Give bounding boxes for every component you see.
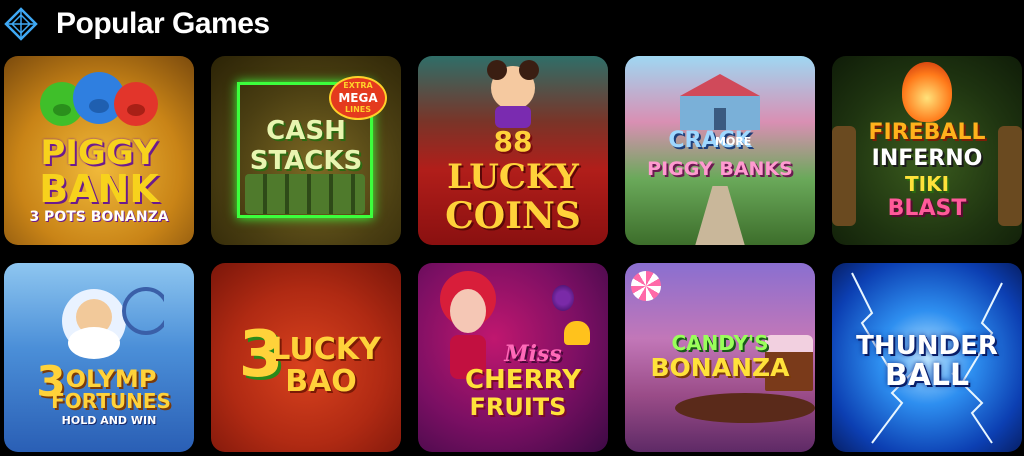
game-title-line1: Miss [504,341,562,367]
game-title-line3: FORTUNES [51,389,171,413]
game-tile-miss-cherry-fruits[interactable]: Miss CHERRY FRUITS [418,263,608,452]
game-title-line2: BALL [884,358,970,393]
extra-mega-lines-badge: EXTRA MEGA LINES [329,76,387,120]
game-subtitle: 3 POTS BONANZA [29,209,169,225]
game-title-line2: STACKS [249,146,363,176]
money-stacks [245,174,365,214]
game-title-line2: LUCKY [447,157,579,197]
game-title-line2: OLYMP [65,365,157,393]
section-title: Popular Games [56,7,270,40]
game-tile-88-lucky-coins[interactable]: 88 LUCKY COINS [418,56,608,245]
game-title-line3: BAO [285,364,357,399]
game-title-line2: BONANZA [650,353,790,382]
fireball [902,62,952,122]
game-title-line2: BANK [39,167,159,211]
game-tile-3-lucky-bao[interactable]: 3 LUCKY BAO [211,263,401,452]
bell-icon [564,321,590,345]
game-title-line2: MORE [715,135,752,148]
game-title-line2: CHERRY [464,365,582,395]
game-title-line1: THUNDER [856,331,998,361]
game-title-line1: FIREBALL [868,120,986,145]
game-tile-candys-bonanza[interactable]: CANDY'S BONANZA [625,263,815,452]
game-title-line1: CANDY'S [671,331,769,355]
zeus-character [62,287,164,359]
game-subtitle: HOLD AND WIN [61,414,157,427]
game-tile-crack-more-piggy-banks[interactable]: CRACK MORE PIGGY BANKS [625,56,815,245]
game-title-line3: TIKI [904,172,950,196]
game-title-line3: COINS [445,195,581,237]
game-title-line4: BLAST [887,196,967,221]
game-tile-3-olymp-fortunes[interactable]: 3 OLYMP FORTUNES HOLD AND WIN [4,263,194,452]
mansion-illustration [680,74,760,130]
game-title-line2: INFERNO [871,146,983,171]
game-title-line2: LUCKY [271,332,381,367]
game-title-line3: PIGGY BANKS [647,158,793,180]
path [695,186,745,245]
game-tile-thunder-ball[interactable]: THUNDER BALL [832,263,1022,452]
grapes-icon [552,285,574,311]
girl-character [487,60,539,128]
game-title-line3: FRUITS [469,393,567,421]
section-header: Popular Games [0,0,1024,48]
game-title-line1: 88 [493,125,533,158]
diamond-icon [4,7,38,41]
pigs-illustration [40,72,158,126]
game-tile-piggy-bank[interactable]: PIGGY BANK 3 POTS BONANZA [4,56,194,245]
game-title-line1: PIGGY [40,133,158,173]
game-tile-cash-stacks[interactable]: EXTRA MEGA LINES CASH STACKS [211,56,401,245]
chocolate-river [675,393,815,423]
lollipop-left [631,271,661,301]
game-tile-fireball-inferno[interactable]: FIREBALL INFERNO TIKI BLAST [832,56,1022,245]
game-title-line1: CASH [266,116,346,146]
